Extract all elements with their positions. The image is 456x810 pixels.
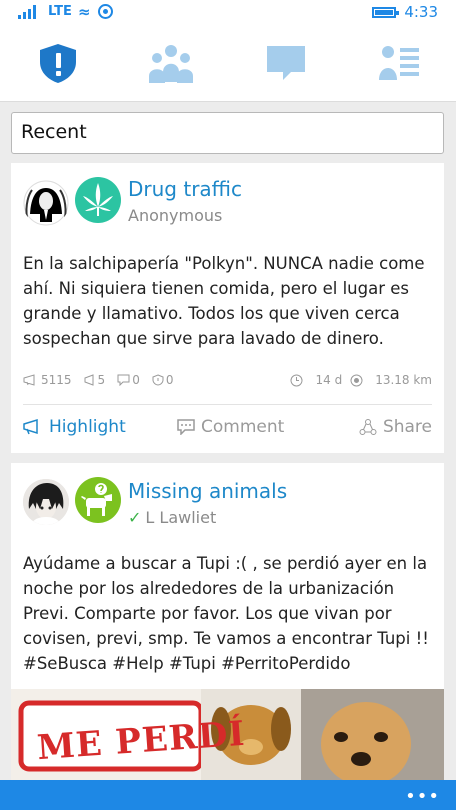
more-button[interactable]: ••• xyxy=(405,786,440,807)
comments-stat: 0 xyxy=(117,373,146,387)
post-age: 14 d xyxy=(290,373,342,387)
highlight-button[interactable]: Highlight xyxy=(23,417,126,437)
post-stats: 5115 5 0 0 xyxy=(23,373,185,387)
anonymous-mask-icon xyxy=(23,180,69,226)
highlight-icon xyxy=(84,374,94,386)
category-badge xyxy=(75,477,121,523)
status-bar: LTE ≈ 4:33 xyxy=(0,0,456,24)
battery-icon xyxy=(372,7,399,18)
nfc-icon: ≈ xyxy=(78,3,91,21)
post-author: Anonymous xyxy=(128,206,223,225)
comment-icon xyxy=(177,419,195,435)
alerts-stat: 0 xyxy=(152,373,180,387)
divider xyxy=(23,404,432,405)
chat-icon xyxy=(267,46,305,80)
post-body: En la salchipapería "Polkyn". NUNCA nadi… xyxy=(23,254,425,348)
post-card[interactable]: Drug traffic Anonymous En la salchipaper… xyxy=(11,163,444,453)
tab-alerts[interactable] xyxy=(35,42,81,84)
post-author-row: ✓ L Lawliet xyxy=(128,508,216,527)
app-bar: ••• xyxy=(0,780,456,810)
views-stat: 5115 xyxy=(23,373,78,387)
highlights-stat: 5 xyxy=(84,373,112,387)
comment-icon xyxy=(117,374,130,386)
post-distance: 13.18 km xyxy=(350,373,432,387)
share-icon xyxy=(359,419,377,435)
tab-community[interactable] xyxy=(146,42,193,84)
post-category-title[interactable]: Drug traffic xyxy=(128,177,242,201)
megaphone-icon xyxy=(23,419,38,435)
location-target-icon xyxy=(350,374,363,386)
network-type: LTE xyxy=(48,4,72,19)
category-badge xyxy=(75,177,121,223)
cannabis-leaf-icon xyxy=(83,183,113,216)
post-image[interactable]: ME PERDÍ xyxy=(11,689,444,783)
user-portrait-icon xyxy=(23,479,69,525)
profile-list-icon xyxy=(379,46,419,80)
shield-alert-icon xyxy=(40,44,76,83)
clock-icon xyxy=(290,374,303,386)
location-icon xyxy=(98,4,113,19)
avatar[interactable] xyxy=(23,180,69,226)
verified-check-icon: ✓ xyxy=(128,508,142,527)
clock: 4:33 xyxy=(404,3,438,21)
post-body: Ayúdame a buscar a Tupi :( , se perdió a… xyxy=(23,554,429,673)
avatar[interactable] xyxy=(23,479,69,525)
community-icon xyxy=(149,45,193,83)
feed-filter-select[interactable]: Recent xyxy=(11,112,444,154)
post-category-title[interactable]: Missing animals xyxy=(128,479,287,503)
post-card[interactable]: Missing animals ✓ L Lawliet Ayúdame a bus… xyxy=(11,463,444,783)
dog-help-icon xyxy=(81,483,112,516)
megaphone-icon xyxy=(23,374,35,386)
share-button[interactable]: Share xyxy=(359,417,432,437)
top-nav xyxy=(0,24,456,102)
post-author: L Lawliet xyxy=(145,508,217,527)
tab-profile[interactable] xyxy=(377,42,423,84)
post-meta: 14 d 13.18 km xyxy=(282,373,432,387)
tab-chat[interactable] xyxy=(263,42,309,84)
signal-icon xyxy=(18,5,40,19)
shield-icon xyxy=(152,374,164,386)
comment-button[interactable]: Comment xyxy=(177,417,284,437)
